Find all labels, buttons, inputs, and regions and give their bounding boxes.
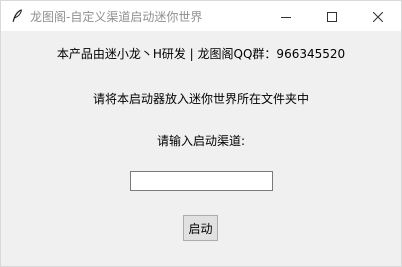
channel-prompt-label: 请输入启动渠道: [156, 134, 246, 148]
launcher-window: 龙图阁-自定义渠道启动迷你世界 本产品由迷小龙丶H研发 | 龙图阁QQ群：966… [0, 0, 402, 267]
maximize-button[interactable] [309, 1, 355, 31]
window-controls [263, 1, 401, 31]
main-content: 本产品由迷小龙丶H研发 | 龙图阁QQ群：966345520 请将本启动器放入迷… [1, 31, 401, 267]
credit-label: 本产品由迷小龙丶H研发 | 龙图阁QQ群：966345520 [56, 47, 346, 61]
instruction-label: 请将本启动器放入迷你世界所在文件夹中 [92, 92, 309, 106]
close-button[interactable] [355, 1, 401, 31]
start-button[interactable]: 启动 [183, 215, 218, 241]
minimize-button[interactable] [263, 1, 309, 31]
title-bar[interactable]: 龙图阁-自定义渠道启动迷你世界 [1, 1, 401, 31]
close-icon [372, 7, 384, 26]
minimize-icon [281, 7, 291, 26]
maximize-icon [327, 7, 337, 26]
channel-input[interactable] [130, 171, 273, 191]
window-title: 龙图阁-自定义渠道启动迷你世界 [30, 9, 203, 24]
feather-icon [10, 9, 24, 23]
